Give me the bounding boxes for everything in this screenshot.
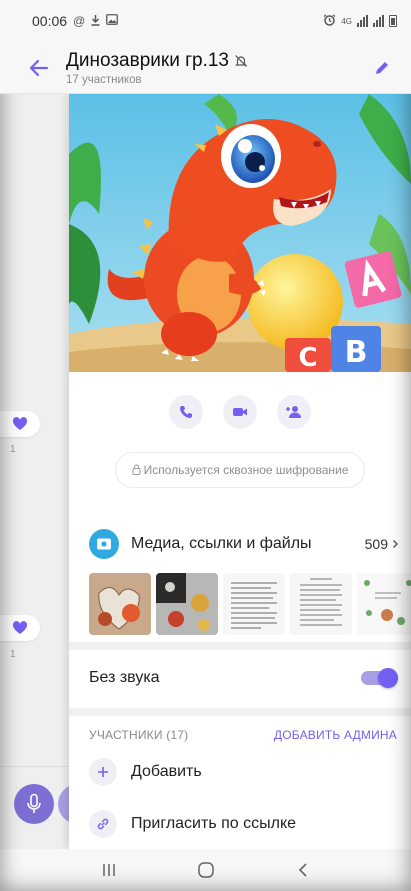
add-admin-button[interactable]: ДОБАВИТЬ АДМИНА bbox=[274, 728, 397, 742]
members-header: УЧАСТНИКИ (17) ДОБАВИТЬ АДМИНА bbox=[69, 722, 411, 748]
header-titles: Динозаврики гр.13 17 участников bbox=[66, 50, 248, 86]
group-photo[interactable]: B C bbox=[69, 94, 411, 372]
chevron-right-icon bbox=[393, 540, 398, 548]
group-call-icon bbox=[286, 406, 301, 418]
toggle-knob bbox=[378, 668, 398, 688]
battery-icon bbox=[389, 15, 397, 27]
chevron-left-icon bbox=[298, 863, 307, 877]
app-header: Динозаврики гр.13 17 участников bbox=[0, 42, 411, 94]
download-icon bbox=[90, 14, 101, 29]
video-camera-icon bbox=[233, 408, 247, 416]
network-badge: 4G bbox=[341, 16, 352, 26]
lock-icon bbox=[132, 464, 141, 475]
recent-apps-button[interactable] bbox=[89, 855, 129, 885]
link-icon bbox=[89, 810, 117, 838]
page-title: Динозаврики гр.13 bbox=[66, 49, 229, 71]
chat-info-panel: B C Используется сквозное шифрование Мед… bbox=[69, 94, 411, 849]
title-row: Динозаврики гр.13 bbox=[66, 50, 248, 72]
home-icon bbox=[197, 862, 214, 878]
system-nav-bar bbox=[0, 849, 411, 891]
signal-icon-2 bbox=[373, 15, 384, 27]
pencil-icon bbox=[376, 61, 388, 74]
alarm-icon bbox=[323, 13, 336, 29]
status-bar: 00:06 @ 4G bbox=[0, 0, 411, 42]
muted-bell-icon bbox=[235, 54, 247, 67]
back-nav-button[interactable] bbox=[283, 855, 323, 885]
signal-icon bbox=[357, 15, 368, 27]
phone-screen: 00:06 @ 4G Динозаврики гр.13 17 участник… bbox=[0, 0, 411, 891]
gallery-icon bbox=[89, 529, 119, 559]
mute-toggle[interactable] bbox=[361, 668, 398, 688]
mute-label: Без звука bbox=[89, 669, 160, 686]
media-thumbnail[interactable] bbox=[357, 573, 411, 635]
encryption-text-wrap: Используется сквозное шифрование bbox=[132, 463, 349, 477]
recent-apps-icon bbox=[102, 864, 115, 876]
svg-text:B: B bbox=[345, 335, 368, 370]
reaction-count: 1 bbox=[10, 649, 16, 660]
media-count: 509 bbox=[365, 536, 399, 552]
mute-row[interactable]: Без звука bbox=[69, 650, 411, 706]
call-buttons bbox=[69, 372, 411, 452]
microphone-icon bbox=[27, 793, 41, 813]
voice-message-button[interactable] bbox=[14, 784, 54, 824]
invite-link-row[interactable]: Пригласить по ссылке bbox=[69, 804, 411, 844]
video-call-button[interactable] bbox=[223, 395, 257, 429]
encryption-text: Используется сквозное шифрование bbox=[143, 463, 349, 477]
section-divider bbox=[69, 708, 411, 716]
dinosaur-illustration: B C bbox=[69, 94, 411, 372]
phone-icon bbox=[180, 406, 192, 418]
add-member-label: Добавить bbox=[131, 763, 202, 780]
back-button[interactable] bbox=[24, 53, 54, 83]
page-subtitle: 17 участников bbox=[66, 73, 142, 86]
invite-link-label: Пригласить по ссылке bbox=[131, 815, 297, 832]
arrow-left-icon bbox=[29, 59, 49, 76]
add-member-row[interactable]: Добавить bbox=[69, 752, 411, 792]
media-thumbnail[interactable] bbox=[290, 573, 352, 635]
reaction-count: 1 bbox=[10, 444, 16, 455]
media-count-value: 509 bbox=[364, 536, 388, 552]
plus-icon bbox=[89, 758, 117, 786]
edit-button[interactable] bbox=[369, 55, 395, 81]
media-thumbnail[interactable] bbox=[156, 573, 218, 635]
status-right-icons: 4G bbox=[323, 13, 397, 29]
svg-text:C: C bbox=[298, 343, 317, 372]
section-divider bbox=[69, 642, 411, 650]
status-time: 00:06 bbox=[32, 13, 68, 29]
at-sign-icon: @ bbox=[73, 14, 86, 28]
media-label: Медиа, ссылки и файлы bbox=[131, 535, 312, 552]
voice-call-button[interactable] bbox=[169, 395, 203, 429]
reaction-bubble[interactable] bbox=[0, 411, 40, 437]
media-thumbnail[interactable] bbox=[223, 573, 285, 635]
media-thumbnails bbox=[89, 573, 411, 635]
home-button[interactable] bbox=[186, 855, 226, 885]
composer-divider bbox=[0, 766, 69, 767]
reaction-bubble[interactable] bbox=[0, 615, 40, 641]
image-icon bbox=[106, 14, 119, 28]
heart-icon bbox=[12, 417, 28, 430]
encryption-notice[interactable]: Используется сквозное шифрование bbox=[115, 452, 365, 488]
group-call-button[interactable] bbox=[277, 395, 311, 429]
members-title: УЧАСТНИКИ (17) bbox=[89, 728, 189, 742]
background-chat: 1 1 bbox=[0, 94, 98, 849]
media-thumbnail[interactable] bbox=[89, 573, 151, 635]
heart-icon bbox=[12, 621, 28, 634]
media-links-files-row[interactable]: Медиа, ссылки и файлы 509 bbox=[69, 522, 411, 566]
